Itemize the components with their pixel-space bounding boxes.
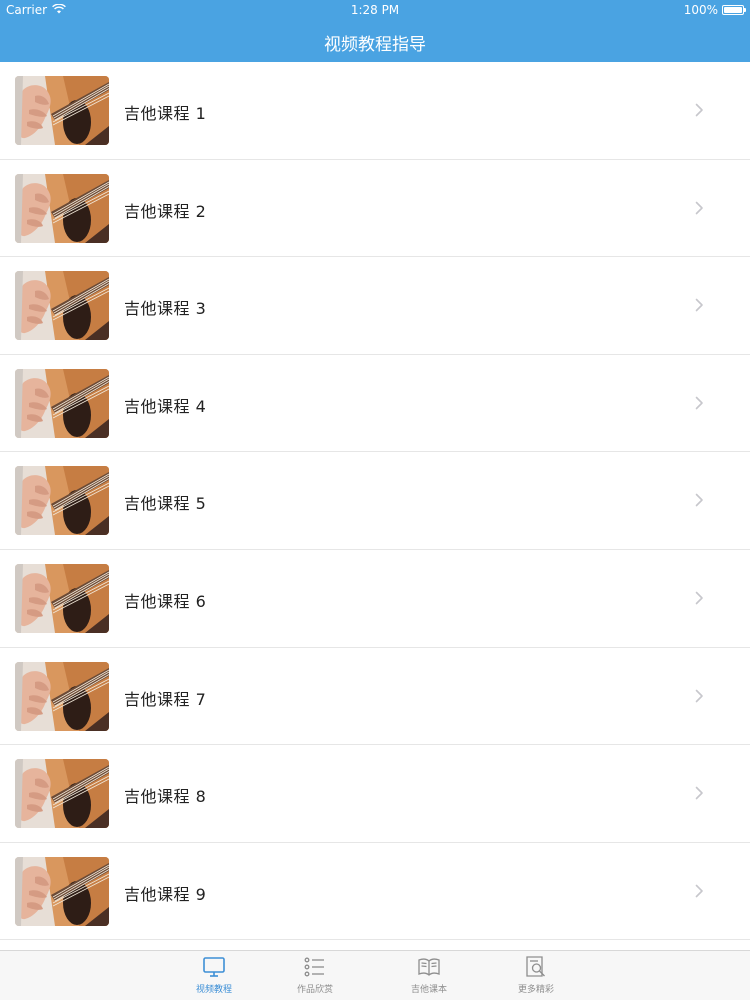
status-right: 100% bbox=[683, 3, 746, 17]
list-item[interactable]: 吉他课程 2 bbox=[0, 159, 750, 258]
status-bar: Carrier 1:28 PM 100% bbox=[0, 0, 750, 20]
tab-label: 吉他课本 bbox=[410, 985, 447, 995]
course-list: 吉他课程 1 吉他课程 2 吉他课程 3 吉他课程 4 吉他课程 5 吉他课程 6 吉他课程… bbox=[0, 62, 750, 941]
guitar-thumbnail bbox=[15, 368, 109, 438]
tab-label: 更多精彩 bbox=[517, 985, 554, 995]
list-item[interactable]: 吉他课程 1 bbox=[0, 62, 750, 160]
list-item[interactable]: 吉他课程 4 bbox=[0, 354, 750, 453]
header: Carrier 1:28 PM 100% 视频教程指导 bbox=[0, 0, 750, 62]
guitar-thumbnail bbox=[15, 173, 109, 243]
tab-label: 作品欣赏 bbox=[296, 985, 333, 995]
list-item-label: 吉他课程 6 bbox=[124, 591, 207, 611]
guitar-thumbnail bbox=[15, 856, 109, 926]
list-item-label: 吉他课程 7 bbox=[124, 689, 207, 709]
list-item-label: 吉他课程 1 bbox=[124, 104, 207, 123]
battery-icon bbox=[722, 5, 746, 15]
app-screen: Carrier 1:28 PM 100% 视频教程指导 吉他课程 1吉他课程 bbox=[0, 0, 750, 1000]
chevron-right-icon bbox=[695, 688, 704, 702]
list-item[interactable]: 吉他课程 3 bbox=[0, 257, 750, 355]
chevron-right-icon bbox=[695, 590, 704, 605]
tab-list[interactable]: 作品欣赏 bbox=[275, 955, 355, 999]
chevron-right-icon bbox=[695, 395, 704, 410]
status-time: 1:28 PM bbox=[350, 3, 400, 17]
guitar-thumbnail bbox=[15, 271, 109, 341]
chevron-right-icon bbox=[695, 102, 704, 117]
tab-label: 视频教程 bbox=[195, 985, 232, 995]
list-item[interactable]: 吉他课程 7 bbox=[0, 647, 750, 746]
list-item-label: 吉他课程 8 bbox=[124, 787, 207, 807]
chevron-right-icon bbox=[695, 785, 704, 800]
list-item-label: 吉他课程 4 bbox=[124, 396, 207, 416]
page-title: 视频教程指导 bbox=[324, 35, 426, 55]
document-search-icon bbox=[524, 955, 548, 979]
guitar-thumbnail bbox=[15, 563, 109, 633]
monitor-icon bbox=[202, 955, 226, 979]
guitar-thumbnail bbox=[15, 661, 109, 731]
chevron-right-icon bbox=[695, 492, 704, 507]
guitar-thumbnail bbox=[15, 76, 109, 145]
tab-document-search[interactable]: 更多精彩 bbox=[496, 955, 576, 999]
list-item-label: 吉他课程 5 bbox=[124, 494, 207, 514]
list-item-label: 吉他课程 2 bbox=[124, 201, 207, 221]
tab-bar: 视频教程 作品欣赏 吉他课本 更多精彩 bbox=[0, 950, 750, 1000]
list-item[interactable]: 吉他课程 8 bbox=[0, 745, 750, 843]
battery-percent: 100% bbox=[683, 3, 718, 17]
guitar-thumbnail bbox=[15, 466, 109, 536]
chevron-right-icon bbox=[695, 883, 704, 898]
guitar-thumbnail bbox=[15, 759, 109, 829]
list-item-label: 吉他课程 3 bbox=[124, 299, 207, 319]
chevron-right-icon bbox=[695, 200, 704, 214]
tab-monitor[interactable]: 视频教程 bbox=[174, 955, 254, 999]
list-item-label: 吉他课程 9 bbox=[124, 884, 207, 904]
list-icon bbox=[303, 955, 327, 979]
list-item[interactable]: 吉他课程 5 bbox=[0, 452, 750, 550]
list-item[interactable]: 吉他课程 9 bbox=[0, 842, 750, 941]
tab-book[interactable]: 吉他课本 bbox=[389, 955, 469, 999]
list-item[interactable]: 吉他课程 6 bbox=[0, 549, 750, 648]
chevron-right-icon bbox=[695, 297, 704, 312]
book-icon bbox=[417, 955, 441, 979]
battery-fill bbox=[724, 7, 742, 13]
